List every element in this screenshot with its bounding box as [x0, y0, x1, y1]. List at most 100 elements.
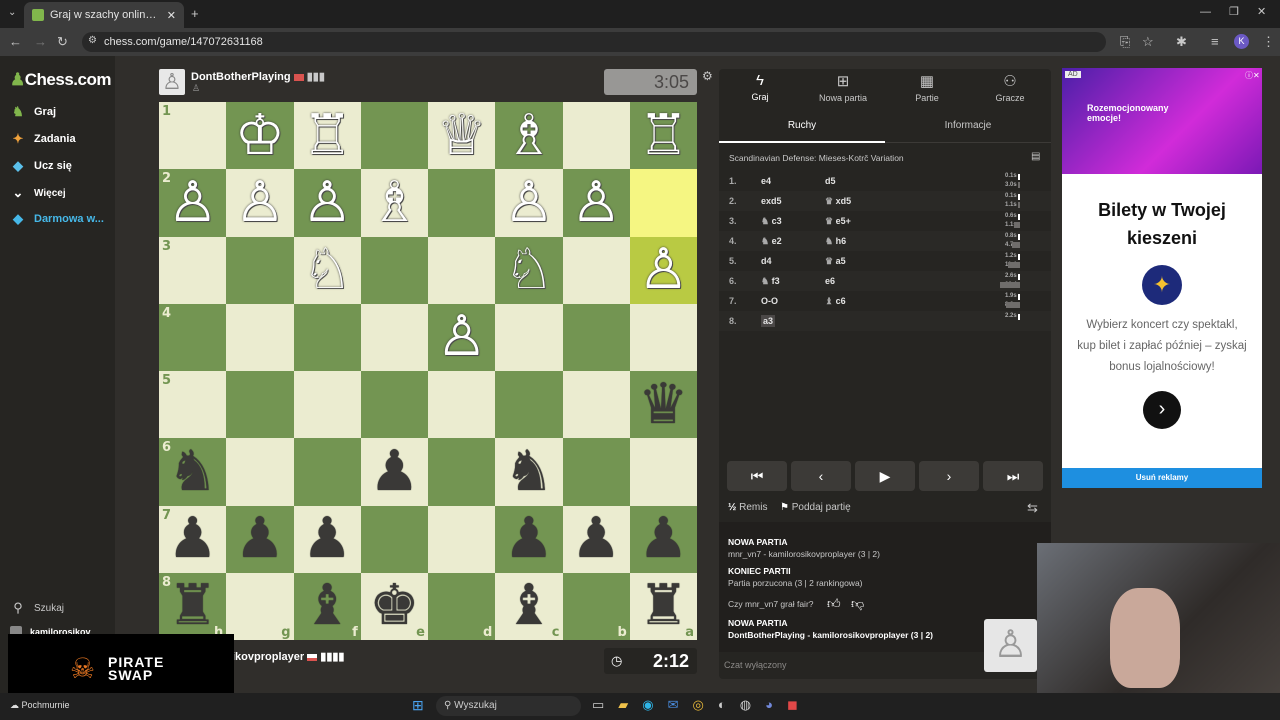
black-move[interactable]: ♛ e5+	[825, 216, 851, 227]
chess-piece[interactable]: ♗	[504, 107, 554, 164]
chrome-icon[interactable]: ◎	[693, 697, 718, 712]
black-move[interactable]: ♝ c6	[825, 296, 846, 307]
board-square[interactable]: ♟	[495, 505, 563, 573]
board-square[interactable]: ♞	[495, 438, 563, 506]
tab-games[interactable]: ▦ Partie	[887, 72, 967, 103]
subtab-info[interactable]: Informacje	[885, 115, 1051, 143]
board-square[interactable]	[226, 303, 294, 371]
subtab-moves[interactable]: Ruchy	[719, 115, 885, 143]
board-square[interactable]: ♟	[629, 505, 697, 573]
play-moves-button[interactable]: ▶	[855, 461, 915, 491]
board-square[interactable]: ♗	[495, 102, 563, 170]
settings-gear-icon[interactable]: ⚙	[702, 70, 713, 82]
url-field[interactable]: chess.com/game/147072631168	[82, 32, 1106, 52]
install-icon[interactable]: ⎘	[1120, 35, 1130, 48]
white-move[interactable]: O-O	[761, 296, 778, 306]
board-square[interactable]: ♙	[428, 303, 496, 371]
ad-choices-icon[interactable]: ⓘ✕	[1245, 70, 1260, 81]
board-square[interactable]: ♖	[293, 102, 361, 170]
black-move[interactable]: ♛ a5	[825, 256, 846, 267]
board-square[interactable]	[293, 303, 361, 371]
board-square[interactable]: 5	[159, 371, 227, 439]
chess-piece[interactable]: ♙	[504, 174, 554, 231]
board-square[interactable]: ♔	[226, 102, 294, 170]
white-move[interactable]: e4	[761, 176, 771, 186]
chess-piece[interactable]: ♙	[168, 174, 218, 231]
chess-piece[interactable]: ♙	[638, 242, 688, 298]
back-icon[interactable]: ←	[9, 35, 22, 48]
board-square[interactable]	[428, 371, 496, 439]
white-move[interactable]: ♞ c3	[761, 216, 782, 227]
mail-icon[interactable]: ✉	[668, 697, 693, 712]
maximize-icon[interactable]: ❐	[1229, 7, 1239, 18]
board-square[interactable]	[428, 505, 496, 573]
tab-players[interactable]: ⚇ Gracze	[970, 72, 1050, 103]
board-square[interactable]	[495, 303, 563, 371]
new-tab-icon[interactable]: +	[191, 7, 199, 20]
white-move[interactable]: exd5	[761, 196, 782, 206]
board-square[interactable]	[360, 505, 428, 573]
board-square[interactable]	[562, 303, 630, 371]
discord-icon[interactable]: ◕	[765, 697, 787, 712]
chess-piece[interactable]: ♞	[504, 443, 554, 500]
taskbar-search[interactable]: ⚲ Wyszukaj	[436, 696, 581, 716]
chess-piece[interactable]: ♙	[235, 174, 285, 231]
remove-ads-button[interactable]: Usuń reklamy	[1062, 468, 1262, 488]
sidebar-item-learn[interactable]: ◆ Ucz się	[10, 158, 72, 174]
board-square[interactable]: ♙ 2	[159, 169, 227, 237]
thumbs-down-icon[interactable]: 👎︎	[851, 596, 864, 612]
tab-menu-icon[interactable]: ⌄	[8, 8, 16, 18]
board-square[interactable]	[629, 438, 697, 506]
chess-board[interactable]: 1 ♔ ♖ ♕ ♗ ♖ ♙ 2 ♙ ♙ ♗ ♙ ♙ 3 ♘ ♘ ♙ 4 ♙ 5 ♛ ♞ 6 ♟ ♞ ♟ 7 ♟ ♟ ♟ ♟ ♟ ♜ 8 h g ♝ f ♚ e…	[159, 102, 697, 640]
board-square[interactable]	[293, 438, 361, 506]
chess-piece[interactable]: ♗	[369, 174, 419, 231]
close-window-icon[interactable]: ✕	[1257, 7, 1266, 18]
board-square[interactable]	[226, 438, 294, 506]
chess-piece[interactable]: ♖	[302, 107, 352, 164]
edge-icon[interactable]: ◉	[642, 697, 667, 712]
board-square[interactable]	[428, 169, 496, 237]
black-move[interactable]: e6	[825, 276, 835, 286]
chess-piece[interactable]: ♟	[302, 511, 352, 567]
steam-icon[interactable]: ◍	[740, 697, 765, 712]
board-square[interactable]	[562, 236, 630, 304]
board-square[interactable]	[226, 236, 294, 304]
board-square[interactable]: d	[428, 572, 496, 640]
chess-piece[interactable]: ♝	[302, 578, 352, 634]
player-name[interactable]: ikovproplayer ▮▮▮▮	[232, 650, 344, 663]
board-square[interactable]: ♜ 8 h	[159, 572, 227, 640]
black-move[interactable]: ♞ h6	[825, 236, 846, 247]
site-info-icon[interactable]: ⚙	[88, 36, 97, 46]
chess-piece[interactable]: ♝	[504, 578, 554, 634]
sidebar-item-more[interactable]: ⌄ Więcej	[10, 185, 66, 201]
board-square[interactable]: ♖	[629, 102, 697, 170]
chess-piece[interactable]: ♟	[504, 511, 554, 567]
board-square[interactable]: ♟	[360, 438, 428, 506]
chess-piece[interactable]: ♘	[302, 242, 352, 298]
opponent-avatar[interactable]: ♙	[159, 69, 185, 95]
board-square[interactable]: 1	[159, 102, 227, 170]
board-square[interactable]: ♘	[293, 236, 361, 304]
reading-list-icon[interactable]: ≡	[1211, 35, 1219, 48]
board-square[interactable]: ♙	[495, 169, 563, 237]
board-square[interactable]	[293, 371, 361, 439]
white-move[interactable]: d4	[761, 256, 772, 266]
board-square[interactable]: ♘	[495, 236, 563, 304]
extensions-icon[interactable]: ✱	[1176, 35, 1187, 48]
board-square[interactable]: 4	[159, 303, 227, 371]
board-square[interactable]: ♛	[629, 371, 697, 439]
draw-button[interactable]: ½ Remis	[728, 502, 767, 513]
flip-board-icon[interactable]: ⇆	[1027, 501, 1038, 514]
chess-piece[interactable]: ♟	[571, 511, 621, 567]
board-square[interactable]	[562, 371, 630, 439]
board-square[interactable]	[360, 371, 428, 439]
board-square[interactable]	[629, 169, 697, 237]
board-square[interactable]: g	[226, 572, 294, 640]
app2-icon[interactable]: ◼	[787, 697, 812, 712]
white-move[interactable]: ♞ f3	[761, 276, 780, 287]
board-square[interactable]: ♟ 7	[159, 505, 227, 573]
chess-piece[interactable]: ♘	[504, 242, 554, 298]
board-square[interactable]: ♞ 6	[159, 438, 227, 506]
board-square[interactable]	[562, 438, 630, 506]
chess-piece[interactable]: ♚	[369, 578, 419, 634]
